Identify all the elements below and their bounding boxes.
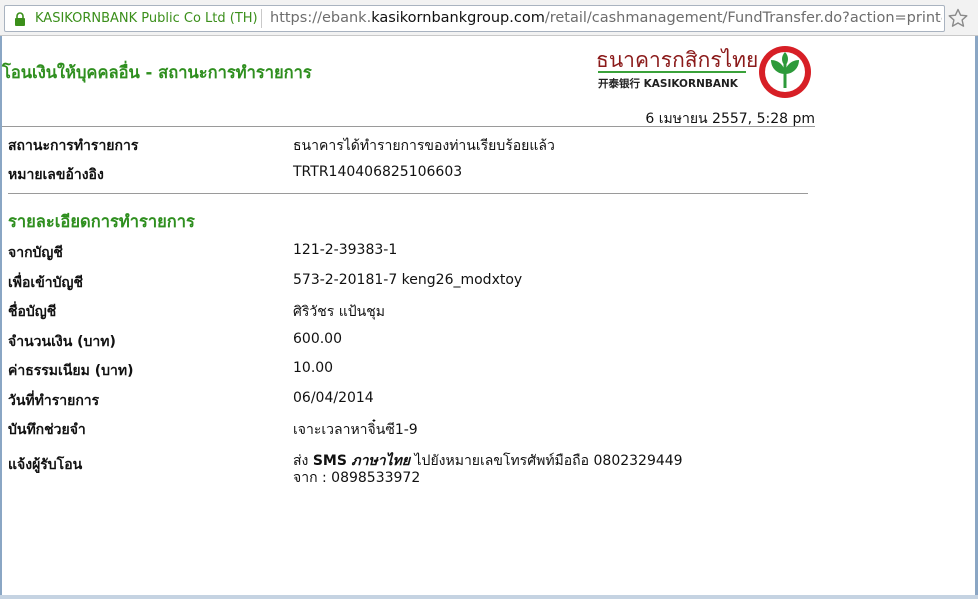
bank-name-sub: 开泰银行 KASIKORNBANK bbox=[598, 78, 738, 90]
reference-label: หมายเลขอ้างอิง bbox=[8, 167, 104, 183]
notify-from: จาก : 0898533972 bbox=[293, 470, 421, 486]
amount-value: 600.00 bbox=[293, 331, 342, 347]
notify-recipient-label: แจ้งผู้รับโอน bbox=[8, 457, 83, 473]
bookmark-star-icon[interactable] bbox=[948, 8, 968, 28]
url-separator bbox=[261, 9, 262, 28]
window-border-left bbox=[0, 36, 2, 599]
page-title: โอนเงินให้บุคคลอื่น - สถานะการทำรายการ bbox=[2, 63, 312, 82]
to-account-label: เพื่อเข้าบัญชี bbox=[8, 275, 83, 291]
fee-value: 10.00 bbox=[293, 360, 334, 376]
site-identity[interactable]: KASIKORNBANK Public Co Ltd (TH) bbox=[35, 6, 258, 31]
url-field[interactable]: KASIKORNBANK Public Co Ltd (TH) https://… bbox=[4, 5, 945, 32]
section-title-details: รายละเอียดการทำรายการ bbox=[8, 212, 195, 231]
transaction-date-value: 06/04/2014 bbox=[293, 390, 374, 406]
lock-icon bbox=[15, 12, 25, 26]
amount-label: จำนวนเงิน (บาท) bbox=[8, 334, 116, 350]
to-account-value: 573-2-20181-7 keng26_modxtoy bbox=[293, 272, 523, 288]
fee-label: ค่าธรรมเนียม (บาท) bbox=[8, 363, 134, 379]
url-prefix: https://ebank. bbox=[270, 10, 372, 26]
window-border-bottom bbox=[0, 595, 978, 599]
status-label: สถานะการทำรายการ bbox=[8, 138, 139, 154]
divider bbox=[2, 126, 815, 127]
browser-address-bar: KASIKORNBANK Public Co Ltd (TH) https://… bbox=[0, 0, 978, 36]
account-name-value: ศิริวัชร แป้นชุม bbox=[293, 304, 385, 320]
account-name-label: ชื่อบัญชี bbox=[8, 304, 57, 320]
kasikornbank-logo-icon bbox=[759, 46, 811, 98]
memo-value: เจาะเวลาหาจิ๋นซี1-9 bbox=[293, 422, 418, 438]
brand-underline bbox=[598, 71, 746, 73]
reference-value: TRTR140406825106603 bbox=[293, 164, 463, 180]
memo-label: บันทึกช่วยจำ bbox=[8, 422, 86, 438]
url-host: kasikornbankgroup.com bbox=[371, 10, 545, 26]
notify-phone: ไปยังหมายเลขโทรศัพท์มือถือ 0802329449 bbox=[414, 453, 683, 469]
from-account-label: จากบัญชี bbox=[8, 245, 63, 261]
from-account-value: 121-2-39383-1 bbox=[293, 242, 398, 258]
transaction-date-label: วันที่ทำรายการ bbox=[8, 393, 100, 409]
status-value: ธนาคารได้ทำรายการของท่านเรียบร้อยแล้ว bbox=[293, 138, 555, 154]
url-path: /retail/cashmanagement/FundTransfer.do?a… bbox=[544, 10, 942, 26]
divider bbox=[8, 193, 808, 194]
url-text[interactable]: https://ebank.kasikornbankgroup.com/reta… bbox=[270, 6, 942, 31]
